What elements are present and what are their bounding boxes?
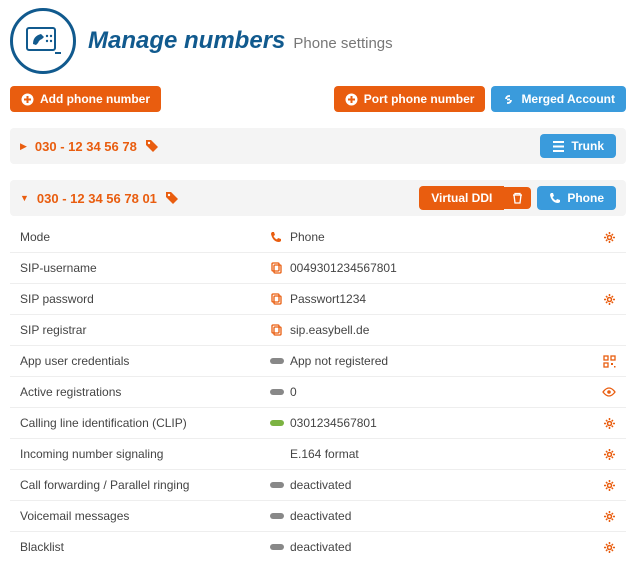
pill-icon	[270, 481, 290, 489]
detail-label: App user credentials	[20, 354, 270, 368]
tag-icon	[145, 139, 159, 153]
virtual-ddi-button[interactable]: Virtual DDI	[419, 186, 504, 210]
button-label: Merged Account	[521, 92, 615, 106]
detail-value: App not registered	[290, 354, 596, 368]
number-details: ModePhoneSIP-username0049301234567801SIP…	[10, 222, 626, 562]
port-phone-number-button[interactable]: Port phone number	[334, 86, 486, 112]
trash-icon	[512, 192, 523, 204]
copy-icon	[270, 324, 290, 336]
detail-value: 0049301234567801	[290, 261, 596, 275]
pill-icon	[270, 357, 290, 365]
detail-label: Incoming number signaling	[20, 447, 270, 461]
delete-number-button[interactable]	[504, 187, 531, 209]
plus-circle-icon	[345, 93, 358, 106]
pill-icon	[270, 388, 290, 396]
phone-number: 030 - 12 34 56 78	[35, 139, 137, 154]
action-bar: Add phone number Port phone number Merge…	[10, 86, 626, 112]
logo	[10, 8, 76, 74]
detail-label: Call forwarding / Parallel ringing	[20, 478, 270, 492]
list-icon	[552, 141, 565, 152]
detail-label: SIP-username	[20, 261, 270, 275]
phone-badge-button[interactable]: Phone	[537, 186, 616, 210]
phone-device-icon	[25, 26, 61, 56]
detail-row: Call forwarding / Parallel ringing deacti…	[10, 470, 626, 501]
detail-row: Voicemail messages deactivated	[10, 501, 626, 532]
detail-row: Incoming number signaling E.164 format	[10, 439, 626, 470]
chevron-down-icon: ▼	[20, 193, 29, 203]
button-label: Add phone number	[40, 92, 150, 106]
detail-value: Passwort1234	[290, 292, 596, 306]
trunk-badge-button[interactable]: Trunk	[540, 134, 616, 158]
badge-label: Trunk	[571, 139, 604, 153]
detail-row: Mode Phone	[10, 222, 626, 253]
number-row-expanded[interactable]: ▼ 030 - 12 34 56 78 01 Virtual DDI Phone	[10, 180, 626, 216]
phone-icon	[549, 192, 561, 204]
detail-row: Blacklistdeactivated	[10, 532, 626, 562]
detail-row: App user credentials App not registered	[10, 346, 626, 377]
gear-action-icon[interactable]	[596, 510, 616, 523]
eye-action-icon[interactable]	[596, 387, 616, 397]
link-icon	[502, 93, 515, 106]
detail-row: Calling line identification (CLIP) 030123…	[10, 408, 626, 439]
number-row-collapsed[interactable]: ▶ 030 - 12 34 56 78 Trunk	[10, 128, 626, 164]
page-subtitle: Phone settings	[293, 35, 392, 52]
gear-action-icon[interactable]	[596, 479, 616, 492]
pill-icon	[270, 512, 290, 520]
button-label: Virtual DDI	[431, 191, 492, 205]
plus-circle-icon	[21, 93, 34, 106]
detail-row: Active registrations 0	[10, 377, 626, 408]
detail-value: 0	[290, 385, 596, 399]
gear-action-icon[interactable]	[596, 417, 616, 430]
detail-label: Calling line identification (CLIP)	[20, 416, 270, 430]
detail-label: SIP password	[20, 292, 270, 306]
copy-icon	[270, 293, 290, 305]
detail-label: SIP registrar	[20, 323, 270, 337]
merged-account-button[interactable]: Merged Account	[491, 86, 626, 112]
gear-action-icon[interactable]	[596, 448, 616, 461]
copy-icon	[270, 262, 290, 274]
button-label: Port phone number	[364, 92, 475, 106]
detail-row: SIP registrar sip.easybell.de	[10, 315, 626, 346]
qr-action-icon[interactable]	[596, 355, 616, 368]
phone-number: 030 - 12 34 56 78 01	[37, 191, 157, 206]
tag-icon	[165, 191, 179, 205]
detail-value: Phone	[290, 230, 596, 244]
detail-row: SIP-username 0049301234567801	[10, 253, 626, 284]
detail-value: deactivated	[290, 509, 596, 523]
page-title: Manage numbers	[88, 27, 285, 55]
detail-value: E.164 format	[290, 447, 596, 461]
detail-value: deactivated	[290, 478, 596, 492]
detail-value: 0301234567801	[290, 416, 596, 430]
detail-label: Voicemail messages	[20, 509, 270, 523]
pill-icon	[270, 543, 290, 551]
add-phone-number-button[interactable]: Add phone number	[10, 86, 161, 112]
detail-value: sip.easybell.de	[290, 323, 596, 337]
page-header: Manage numbers Phone settings	[10, 8, 626, 74]
phone-icon	[270, 231, 290, 243]
detail-label: Mode	[20, 230, 270, 244]
badge-label: Phone	[567, 191, 604, 205]
gear-action-icon[interactable]	[596, 293, 616, 306]
chevron-right-icon: ▶	[20, 141, 27, 152]
gear-action-icon[interactable]	[596, 231, 616, 244]
detail-row: SIP password Passwort1234	[10, 284, 626, 315]
detail-label: Active registrations	[20, 385, 270, 399]
pill-green-icon	[270, 419, 290, 427]
